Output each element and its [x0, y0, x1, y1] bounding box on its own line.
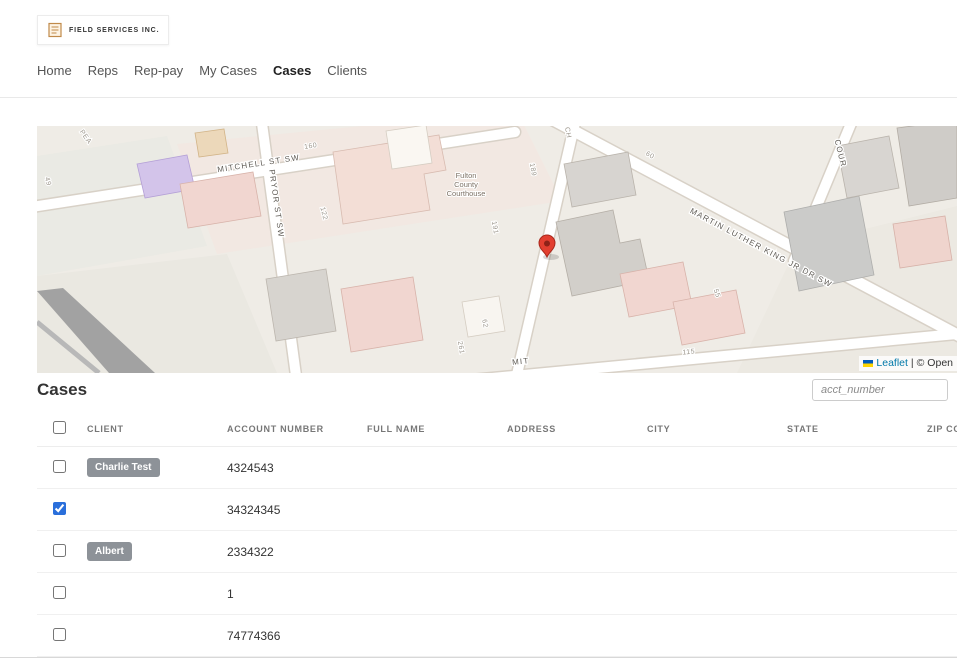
table-row[interactable]: 74774366 [37, 615, 957, 657]
nav-item-rep-pay[interactable]: Rep-pay [134, 63, 183, 78]
col-header-client[interactable]: CLIENT [73, 411, 213, 447]
col-header-city[interactable]: CITY [633, 411, 773, 447]
map-canvas[interactable]: MITCHELL ST SW PRYOR ST SW MARTIN LUTHER… [37, 126, 957, 373]
zip-code-cell [913, 573, 957, 615]
city-cell [633, 489, 773, 531]
attribution-divider: | [911, 357, 914, 369]
client-cell [73, 573, 213, 615]
client-cell: Albert [73, 531, 213, 573]
map[interactable]: MITCHELL ST SW PRYOR ST SW MARTIN LUTHER… [37, 126, 957, 373]
row-checkbox[interactable] [53, 544, 66, 557]
brand-name: FIELD SERVICES INC. [69, 27, 159, 34]
table-row[interactable]: Charlie Test 4324543 [37, 447, 957, 489]
table-row[interactable]: 34324345 [37, 489, 957, 531]
full-name-cell [353, 447, 493, 489]
state-cell [773, 573, 913, 615]
city-cell [633, 615, 773, 657]
zip-code-cell [913, 531, 957, 573]
map-attribution: Leaflet | © Open [859, 356, 957, 371]
nav-item-my-cases[interactable]: My Cases [199, 63, 257, 78]
address-cell [493, 447, 633, 489]
col-header-state[interactable]: STATE [773, 411, 913, 447]
cases-header: Cases [37, 379, 948, 401]
state-cell [773, 447, 913, 489]
nav-bar: Home Reps Rep-pay My Cases Cases Clients [0, 63, 957, 98]
poi-label-fulton: Fulton [456, 171, 477, 180]
address-cell [493, 489, 633, 531]
client-cell: Charlie Test [73, 447, 213, 489]
table-row[interactable]: Albert 2334322 [37, 531, 957, 573]
row-checkbox[interactable] [53, 502, 66, 515]
street-label-ch: CH [563, 127, 572, 139]
account-number-cell: 4324543 [213, 447, 353, 489]
client-cell [73, 615, 213, 657]
attribution-copyright: © Open [917, 357, 953, 369]
table-header-row: CLIENT ACCOUNT NUMBER FULL NAME ADDRESS … [37, 411, 957, 447]
col-header-address[interactable]: ADDRESS [493, 411, 633, 447]
address-cell [493, 615, 633, 657]
col-header-zip-code[interactable]: ZIP CODE [913, 411, 957, 447]
road-number: 115 [682, 348, 695, 356]
address-cell [493, 531, 633, 573]
acct-number-filter-input[interactable] [812, 379, 948, 401]
cases-table-container: CLIENT ACCOUNT NUMBER FULL NAME ADDRESS … [37, 411, 957, 657]
full-name-cell [353, 573, 493, 615]
nav-item-reps[interactable]: Reps [88, 63, 118, 78]
account-number-cell: 34324345 [213, 489, 353, 531]
poi-label-county: County [454, 180, 478, 189]
brand-logo[interactable]: FIELD SERVICES INC. [37, 15, 169, 45]
road-number: 261 [456, 341, 465, 355]
address-cell [493, 573, 633, 615]
col-header-account-number[interactable]: ACCOUNT NUMBER [213, 411, 353, 447]
client-cell [73, 489, 213, 531]
page-footer [0, 657, 957, 663]
client-badge[interactable]: Albert [87, 542, 132, 561]
full-name-cell [353, 615, 493, 657]
row-checkbox[interactable] [53, 628, 66, 641]
account-number-cell: 2334322 [213, 531, 353, 573]
client-badge[interactable]: Charlie Test [87, 458, 160, 477]
col-header-full-name[interactable]: FULL NAME [353, 411, 493, 447]
account-number-cell: 1 [213, 573, 353, 615]
zip-code-cell [913, 447, 957, 489]
full-name-cell [353, 489, 493, 531]
nav-item-cases[interactable]: Cases [273, 63, 311, 78]
leaflet-link[interactable]: Leaflet [876, 357, 908, 369]
state-cell [773, 615, 913, 657]
city-cell [633, 573, 773, 615]
row-checkbox[interactable] [53, 586, 66, 599]
top-bar: FIELD SERVICES INC. [0, 0, 957, 45]
street-label-pea: PEA [78, 129, 93, 146]
cases-table: CLIENT ACCOUNT NUMBER FULL NAME ADDRESS … [37, 411, 957, 657]
nav-item-clients[interactable]: Clients [327, 63, 367, 78]
street-label-mit: MIT [512, 356, 530, 367]
full-name-cell [353, 531, 493, 573]
road-number: 60 [644, 150, 655, 160]
ukraine-flag-icon [863, 360, 873, 367]
state-cell [773, 489, 913, 531]
city-cell [633, 531, 773, 573]
poi-label-courthouse: Courthouse [447, 189, 486, 198]
zip-code-cell [913, 615, 957, 657]
city-cell [633, 447, 773, 489]
select-all-checkbox[interactable] [53, 421, 66, 434]
clipboard-icon [47, 22, 63, 38]
account-number-cell: 74774366 [213, 615, 353, 657]
table-row[interactable]: 1 [37, 573, 957, 615]
page-title: Cases [37, 380, 87, 400]
nav-item-home[interactable]: Home [37, 63, 72, 78]
zip-code-cell [913, 489, 957, 531]
road-number: 191 [490, 221, 499, 235]
state-cell [773, 531, 913, 573]
row-checkbox[interactable] [53, 460, 66, 473]
